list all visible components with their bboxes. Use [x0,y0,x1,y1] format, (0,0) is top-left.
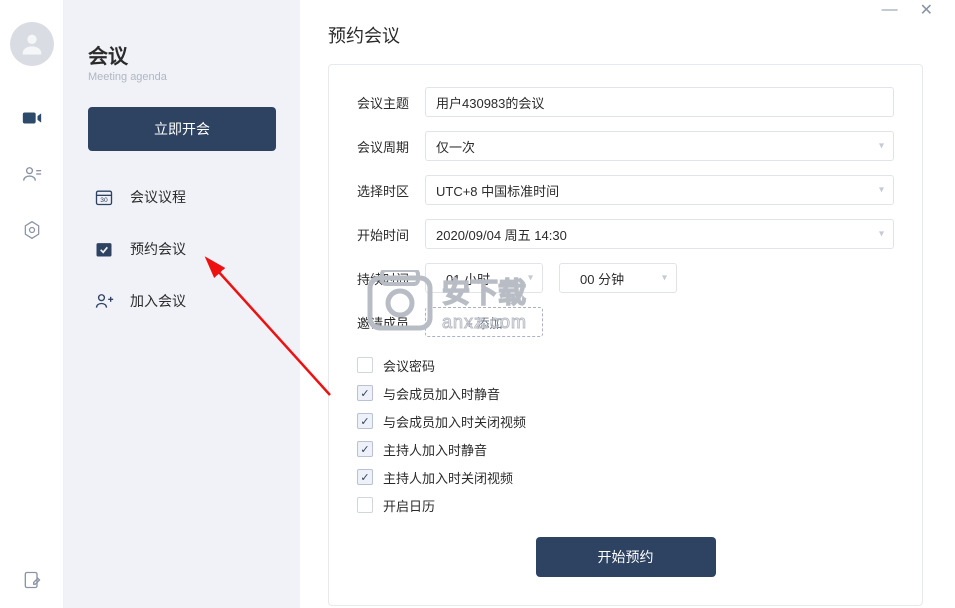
start-schedule-button[interactable]: 开始预约 [536,537,716,577]
minimize-icon[interactable]: — [882,1,898,19]
schedule-form: 会议主题 会议周期 仅一次 ▾ 选择时区 UTC+8 中国标准时间 ▾ 开始时间… [328,64,923,606]
invite-label: 邀请成员 [357,313,425,332]
option-label: 主持人加入时静音 [383,440,487,459]
icon-rail [0,0,64,608]
option-label: 主持人加入时关闭视频 [383,468,513,487]
rail-nav [20,106,44,580]
sidebar: 会议 Meeting agenda 立即开会 30 会议议程 预约会议 加入会议 [64,0,300,608]
main-content: — ✕ 预约会议 会议主题 会议周期 仅一次 ▾ 选择时区 UTC+8 中国标准… [300,0,955,608]
timezone-select[interactable]: UTC+8 中国标准时间 [425,175,894,205]
meeting-password-checkbox[interactable] [357,357,373,373]
start-time-select[interactable]: 2020/09/04 周五 14:30 [425,219,894,249]
timezone-label: 选择时区 [357,181,425,200]
duration-minutes-select[interactable]: 00 分钟 [559,263,677,293]
calendar-icon: 30 [94,187,114,207]
contacts-icon[interactable] [20,162,44,186]
option-row: 会议密码 [357,351,894,379]
sidebar-menu: 30 会议议程 预约会议 加入会议 [88,171,276,327]
calendar-checkbox[interactable] [357,497,373,513]
novideo-host-checkbox[interactable]: ✓ [357,469,373,485]
option-label: 与会成员加入时静音 [383,384,500,403]
option-row: ✓ 与会成员加入时静音 [357,379,894,407]
start-meeting-button[interactable]: 立即开会 [88,107,276,151]
join-icon [94,291,114,311]
page-title: 预约会议 [300,20,955,64]
option-row: 开启日历 [357,491,894,519]
mute-host-checkbox[interactable]: ✓ [357,441,373,457]
person-icon [18,30,46,58]
video-icon[interactable] [20,106,44,130]
subject-label: 会议主题 [357,93,425,112]
cycle-label: 会议周期 [357,137,425,156]
sidebar-title: 会议 [88,40,276,69]
add-member-button[interactable]: + 添加 [425,307,543,337]
note-icon[interactable] [20,580,44,608]
settings-icon[interactable] [20,218,44,242]
chevron-down-icon: ▾ [879,141,884,152]
sidebar-item-label: 预约会议 [130,239,186,259]
sidebar-item-join[interactable]: 加入会议 [88,275,276,327]
option-label: 会议密码 [383,356,435,375]
sidebar-item-label: 会议议程 [130,187,186,207]
chevron-down-icon: ▾ [528,273,533,284]
sidebar-item-agenda[interactable]: 30 会议议程 [88,171,276,223]
sidebar-subtitle: Meeting agenda [88,71,276,83]
sidebar-item-label: 加入会议 [130,291,186,311]
chevron-down-icon: ▾ [662,273,667,284]
avatar[interactable] [10,22,54,66]
option-row: ✓ 主持人加入时静音 [357,435,894,463]
options-list: 会议密码 ✓ 与会成员加入时静音 ✓ 与会成员加入时关闭视频 ✓ 主持人加入时静… [357,351,894,519]
option-row: ✓ 主持人加入时关闭视频 [357,463,894,491]
svg-text:30: 30 [100,197,108,204]
novideo-attendee-checkbox[interactable]: ✓ [357,413,373,429]
cycle-select[interactable]: 仅一次 [425,131,894,161]
duration-hours-select[interactable]: 01 小时 [425,263,543,293]
close-icon[interactable]: ✕ [920,0,933,20]
chevron-down-icon: ▾ [879,185,884,196]
subject-input[interactable] [425,87,894,117]
window-controls: — ✕ [300,0,955,20]
chevron-down-icon: ▾ [879,229,884,240]
sidebar-item-schedule[interactable]: 预约会议 [88,223,276,275]
schedule-icon [94,239,114,259]
option-label: 开启日历 [383,496,435,515]
mute-attendee-checkbox[interactable]: ✓ [357,385,373,401]
start-time-label: 开始时间 [357,225,425,244]
option-row: ✓ 与会成员加入时关闭视频 [357,407,894,435]
option-label: 与会成员加入时关闭视频 [383,412,526,431]
duration-label: 持续时间 [357,269,425,288]
